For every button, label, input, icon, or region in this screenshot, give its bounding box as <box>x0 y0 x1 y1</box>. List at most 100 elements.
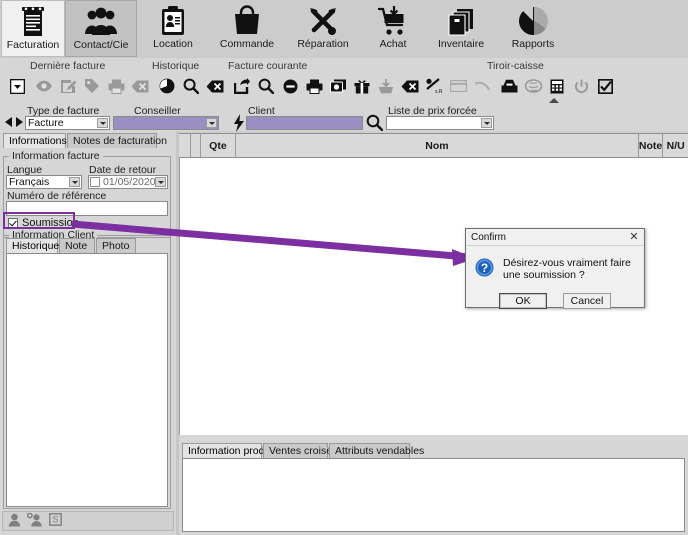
question-icon: ? <box>475 258 494 280</box>
chevron-down-icon[interactable] <box>97 118 108 128</box>
application-window: Facturation Contact/Cie Location Command… <box>0 0 688 535</box>
langue-select[interactable]: Français <box>6 175 82 189</box>
grid-col-indicator[interactable] <box>191 134 201 157</box>
invoice-field-bar: Type de facture Facture Conseiller Clien… <box>0 105 688 134</box>
tab-label: Informations <box>9 135 67 147</box>
type-facture-select[interactable]: Facture <box>25 116 110 130</box>
toolbar: Dernière facture Historique Facture cour… <box>0 58 688 106</box>
percent-sr-icon[interactable]: s.R. <box>423 75 445 97</box>
invoice-icon <box>18 4 48 40</box>
nav-item-facturation[interactable]: Facturation <box>1 0 65 57</box>
ok-button[interactable]: OK <box>499 293 547 309</box>
nav-item-achat[interactable]: Achat <box>361 0 425 57</box>
basket-down-icon[interactable] <box>375 75 397 97</box>
nav-item-commande[interactable]: Commande <box>209 0 285 57</box>
person-settings-icon[interactable] <box>26 512 43 530</box>
chevron-down-icon[interactable] <box>155 177 166 187</box>
grid-col-note[interactable]: Note <box>639 134 664 157</box>
dialog-buttons: OK Cancel <box>466 293 644 309</box>
nav-label: Inventaire <box>437 38 485 50</box>
nav-item-contact-cie[interactable]: Contact/Cie <box>65 0 137 57</box>
nav-label: Facturation <box>6 39 60 51</box>
grid-col-nu[interactable]: N/U <box>663 134 688 157</box>
grid-col-qte[interactable]: Qte <box>201 134 237 157</box>
left-panel-tabstrip: Informations Notes de facturation <box>3 133 176 148</box>
tab-label: Notes de facturation <box>73 135 167 147</box>
date-retour-checkbox[interactable] <box>90 177 100 187</box>
minus-circle-icon[interactable] <box>279 75 301 97</box>
s-box-icon[interactable]: S <box>49 513 62 529</box>
date-retour-field[interactable]: 01/05/2020 <box>88 175 168 189</box>
tab-information-produit[interactable]: Information produit <box>182 443 276 458</box>
cash-drawer-icon[interactable] <box>498 75 520 97</box>
liste-prix-forcee-select[interactable] <box>386 116 494 130</box>
search-icon[interactable] <box>180 75 202 97</box>
gift-icon[interactable] <box>351 75 373 97</box>
close-icon[interactable]: ✕ <box>628 231 640 243</box>
invoice-grid-header: Qte Nom Note N/U <box>179 133 688 158</box>
chevron-down-icon[interactable] <box>69 177 80 187</box>
client-field[interactable] <box>246 116 363 130</box>
undo-icon[interactable] <box>471 75 493 97</box>
client-action-icons: S <box>2 511 174 531</box>
grid-col-select[interactable] <box>179 134 191 157</box>
chevron-down-icon[interactable] <box>481 118 492 128</box>
card-icon[interactable] <box>447 75 469 97</box>
tab-note[interactable]: Note <box>59 238 95 253</box>
client-history-area[interactable] <box>6 253 168 507</box>
coins-icon[interactable] <box>522 75 544 97</box>
checkbox-check-icon[interactable] <box>594 75 616 97</box>
power-icon[interactable] <box>570 75 592 97</box>
lower-pane-tabstrip: Information produit Ventes croisées Attr… <box>182 443 688 458</box>
tab-label: Note <box>65 240 88 252</box>
nav-item-reparation[interactable]: Réparation <box>285 0 361 57</box>
search-icon[interactable] <box>366 114 384 134</box>
camera-stack-icon[interactable] <box>327 75 349 97</box>
tag-icon[interactable] <box>81 75 103 97</box>
search-icon[interactable] <box>255 75 277 97</box>
toolbar-expand-caret[interactable] <box>549 98 559 103</box>
tab-attributs-vendables[interactable]: Attributs vendables <box>329 443 424 458</box>
conseiller-select[interactable] <box>113 116 219 130</box>
dialog-message: Désirez-vous vraiment faire une soumissi… <box>503 257 631 281</box>
eye-icon[interactable] <box>33 75 55 97</box>
print-icon[interactable] <box>105 75 127 97</box>
edit-note-icon[interactable] <box>57 75 79 97</box>
lightning-icon <box>233 114 245 135</box>
confirm-dialog: Confirm ✕ ? Désirez-vous vraiment faire … <box>465 228 645 309</box>
nav-item-inventaire[interactable]: Inventaire <box>425 0 497 57</box>
product-information-area[interactable] <box>182 458 685 532</box>
nav-label: Location <box>153 38 193 50</box>
grid-col-nom[interactable]: Nom <box>236 134 639 157</box>
pie-chart-icon[interactable] <box>156 75 178 97</box>
boxes-icon <box>446 3 476 39</box>
bag-icon <box>232 3 262 39</box>
tab-notes-de-facturation[interactable]: Notes de facturation <box>67 133 167 148</box>
delete-x-icon[interactable] <box>204 75 226 97</box>
lower-pane: Information produit Ventes croisées Attr… <box>179 435 688 535</box>
delete-x-icon[interactable] <box>399 75 421 97</box>
nav-item-location[interactable]: Location <box>137 0 209 57</box>
prev-next-icon[interactable] <box>3 115 25 129</box>
contacts-icon <box>84 4 118 40</box>
nav-label: Rapports <box>511 38 555 50</box>
chevron-down-icon[interactable] <box>206 118 217 128</box>
cancel-button[interactable]: Cancel <box>563 293 611 309</box>
left-panel: Informations Notes de facturation Inform… <box>0 131 176 535</box>
dialog-body: ? Désirez-vous vraiment faire une soumis… <box>466 246 644 281</box>
person-icon[interactable] <box>8 513 21 530</box>
nav-item-rapports[interactable]: Rapports <box>497 0 569 57</box>
nav-label: Achat <box>379 38 407 50</box>
dropdown-box-icon[interactable] <box>6 75 28 97</box>
tab-historique[interactable]: Historique <box>6 238 59 253</box>
tab-photo[interactable]: Photo <box>96 238 136 253</box>
share-arrow-icon[interactable] <box>231 75 253 97</box>
tab-informations[interactable]: Informations <box>3 133 67 148</box>
main-navigation-bar: Facturation Contact/Cie Location Command… <box>0 0 688 59</box>
tab-ventes-croisees[interactable]: Ventes croisées <box>263 443 343 458</box>
pie-chart-icon <box>518 3 548 39</box>
print-icon[interactable] <box>303 75 325 97</box>
calculator-icon[interactable] <box>546 75 568 97</box>
toolbar-group-label-facture-courante: Facture courante <box>228 60 308 72</box>
delete-x-icon[interactable] <box>129 75 151 97</box>
